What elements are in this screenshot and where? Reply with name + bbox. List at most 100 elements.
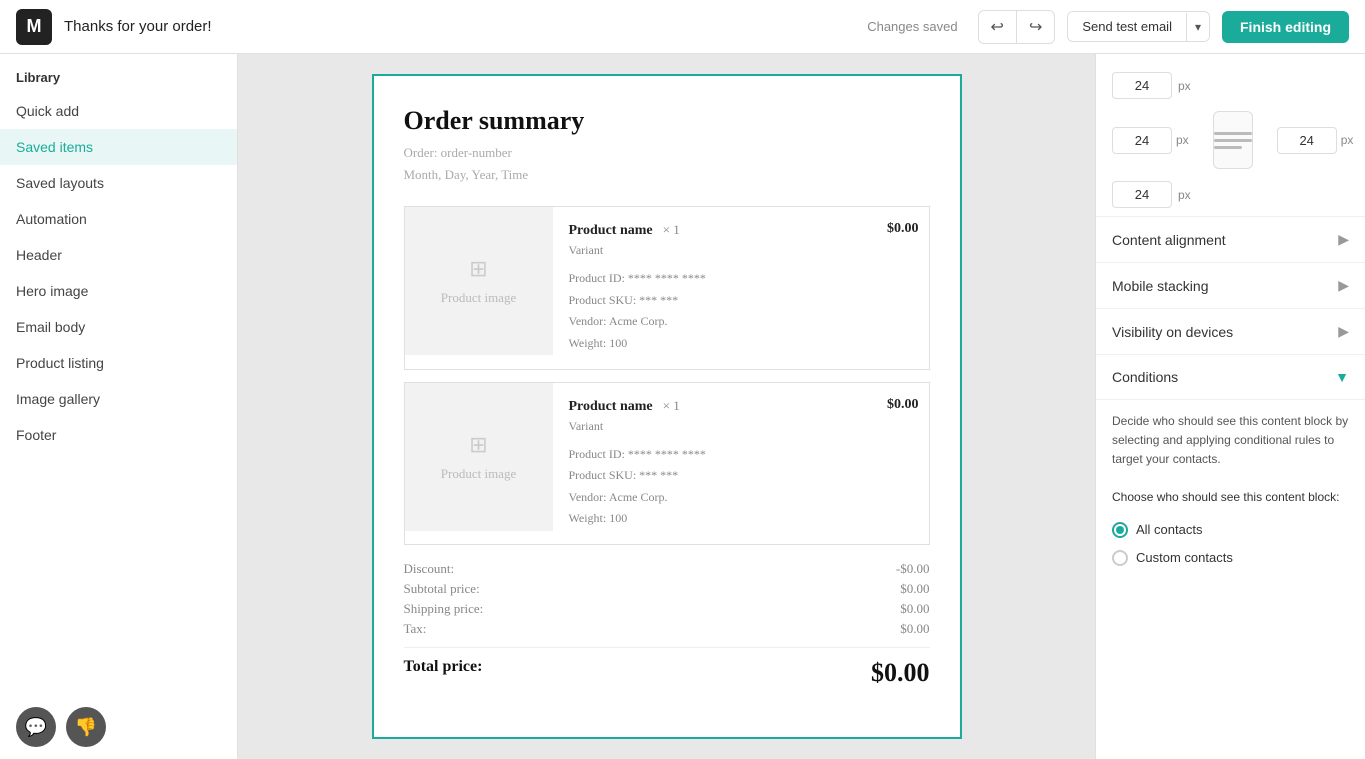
email-template: Order summary Order: order-number Month,… (372, 74, 962, 739)
main-area: Library Quick add Saved items Saved layo… (0, 54, 1365, 759)
email-content: Order summary Order: order-number Month,… (374, 76, 960, 722)
alignment-box[interactable] (1213, 111, 1253, 169)
visibility-chevron: ▶ (1338, 323, 1349, 340)
sidebar-item-header[interactable]: Header (0, 237, 237, 273)
padding-bottom-group: px (1096, 173, 1365, 216)
order-number-line: Order: order-number (404, 142, 930, 164)
total-label: Total price: (404, 658, 483, 688)
mobile-stacking-label: Mobile stacking (1112, 278, 1209, 294)
tax-label: Tax: (404, 621, 427, 637)
product-variant-1: Variant (569, 243, 919, 258)
conditions-description: Decide who should see this content block… (1096, 399, 1365, 482)
product-row: ⊞ Product image Product name × 1 $0.00 V… (404, 206, 930, 369)
sidebar-bottom-actions: 💬 👎 (0, 695, 237, 759)
product-qty-1: × 1 (663, 222, 680, 237)
app-logo: M (16, 9, 52, 45)
sidebar-item-saved-layouts[interactable]: Saved layouts (0, 165, 237, 201)
sidebar-item-product-listing[interactable]: Product listing (0, 345, 237, 381)
discount-label: Discount: (404, 561, 455, 577)
canvas-area[interactable]: Order summary Order: order-number Month,… (238, 54, 1095, 759)
order-meta: Order: order-number Month, Day, Year, Ti… (404, 142, 930, 186)
product-meta-1: Product ID: **** **** **** Product SKU: … (569, 268, 919, 354)
sidebar-item-automation[interactable]: Automation (0, 201, 237, 237)
product-meta-2: Product ID: **** **** **** Product SKU: … (569, 444, 919, 530)
shipping-value: $0.00 (900, 601, 929, 617)
padding-top-px-label: px (1178, 79, 1191, 93)
image-icon-2: ⊞ (469, 432, 487, 458)
product-qty-2: × 1 (663, 398, 680, 413)
padding-left-px-label: px (1176, 133, 1189, 147)
discount-row: Discount: -$0.00 (404, 561, 930, 577)
chat-button[interactable]: 💬 (16, 707, 56, 747)
content-alignment-chevron: ▶ (1338, 231, 1349, 248)
save-status: Changes saved (867, 19, 957, 34)
conditions-section-header[interactable]: Conditions ▼ (1096, 354, 1365, 399)
product-info-1: Product name × 1 $0.00 Variant Product I… (569, 207, 929, 368)
sidebar-item-footer[interactable]: Footer (0, 417, 237, 453)
subtotal-row: Subtotal price: $0.00 (404, 581, 930, 597)
topbar: M Thanks for your order! Changes saved ↩… (0, 0, 1365, 54)
product-row: ⊞ Product image Product name × 1 $0.00 V… (404, 382, 930, 545)
padding-top-group: px (1096, 64, 1365, 107)
order-date-line: Month, Day, Year, Time (404, 164, 930, 186)
total-value: $0.00 (871, 658, 930, 688)
shipping-label: Shipping price: (404, 601, 484, 617)
product-info-2: Product name × 1 $0.00 Variant Product I… (569, 383, 929, 544)
send-test-button[interactable]: Send test email (1068, 12, 1186, 41)
finish-editing-button[interactable]: Finish editing (1222, 11, 1349, 43)
padding-right-input[interactable] (1277, 127, 1337, 154)
mobile-stacking-chevron: ▶ (1338, 277, 1349, 294)
content-alignment-section[interactable]: Content alignment ▶ (1096, 216, 1365, 262)
product-image-placeholder-2: ⊞ Product image (405, 383, 553, 531)
radio-dot-selected (1116, 526, 1124, 534)
sidebar-item-saved-items[interactable]: Saved items (0, 129, 237, 165)
all-contacts-radio[interactable] (1112, 522, 1128, 538)
send-test-group: Send test email ▾ (1067, 11, 1210, 42)
all-contacts-label: All contacts (1136, 522, 1202, 537)
mobile-stacking-section[interactable]: Mobile stacking ▶ (1096, 262, 1365, 308)
product-price-2: $0.00 (887, 397, 919, 413)
padding-left-input[interactable] (1112, 127, 1172, 154)
library-heading: Library (0, 54, 237, 93)
undo-button[interactable]: ↩ (979, 11, 1017, 43)
custom-contacts-label: Custom contacts (1136, 550, 1233, 565)
sidebar-item-image-gallery[interactable]: Image gallery (0, 381, 237, 417)
sidebar: Library Quick add Saved items Saved layo… (0, 54, 238, 759)
visibility-section[interactable]: Visibility on devices ▶ (1096, 308, 1365, 354)
all-contacts-radio-row[interactable]: All contacts (1096, 516, 1365, 544)
image-icon-1: ⊞ (469, 256, 487, 282)
product-name-2: Product name (569, 399, 653, 414)
discount-value: -$0.00 (896, 561, 930, 577)
subtotal-value: $0.00 (900, 581, 929, 597)
total-row: Total price: $0.00 (404, 647, 930, 688)
tax-value: $0.00 (900, 621, 929, 637)
product-image-placeholder-1: ⊞ Product image (405, 207, 553, 355)
padding-top-input[interactable] (1112, 72, 1172, 99)
content-alignment-label: Content alignment (1112, 232, 1226, 248)
sidebar-item-quick-add[interactable]: Quick add (0, 93, 237, 129)
padding-bottom-px-label: px (1178, 188, 1191, 202)
product-image-label-1: Product image (441, 290, 516, 306)
conditions-chevron-down: ▼ (1335, 369, 1349, 385)
right-panel: px px px (1095, 54, 1365, 759)
sidebar-item-email-body[interactable]: Email body (0, 309, 237, 345)
custom-contacts-radio-row[interactable]: Custom contacts (1096, 544, 1365, 572)
conditions-label: Conditions (1112, 369, 1178, 385)
feedback-button[interactable]: 👎 (66, 707, 106, 747)
custom-contacts-radio[interactable] (1112, 550, 1128, 566)
product-name-row-1: Product name × 1 $0.00 (569, 221, 919, 239)
product-name-1: Product name (569, 223, 653, 238)
send-test-dropdown-button[interactable]: ▾ (1186, 13, 1209, 41)
visibility-label: Visibility on devices (1112, 324, 1233, 340)
product-name-row-2: Product name × 1 $0.00 (569, 397, 919, 415)
sidebar-item-hero-image[interactable]: Hero image (0, 273, 237, 309)
padding-bottom-input[interactable] (1112, 181, 1172, 208)
padding-right-px-label: px (1341, 133, 1354, 147)
order-summary-title: Order summary (404, 106, 930, 136)
align-lines-icon (1214, 132, 1252, 149)
right-panel-content: px px px (1096, 54, 1365, 582)
redo-button[interactable]: ↪ (1017, 11, 1054, 43)
subtotal-label: Subtotal price: (404, 581, 480, 597)
tax-row: Tax: $0.00 (404, 621, 930, 637)
page-title: Thanks for your order! (64, 18, 855, 35)
